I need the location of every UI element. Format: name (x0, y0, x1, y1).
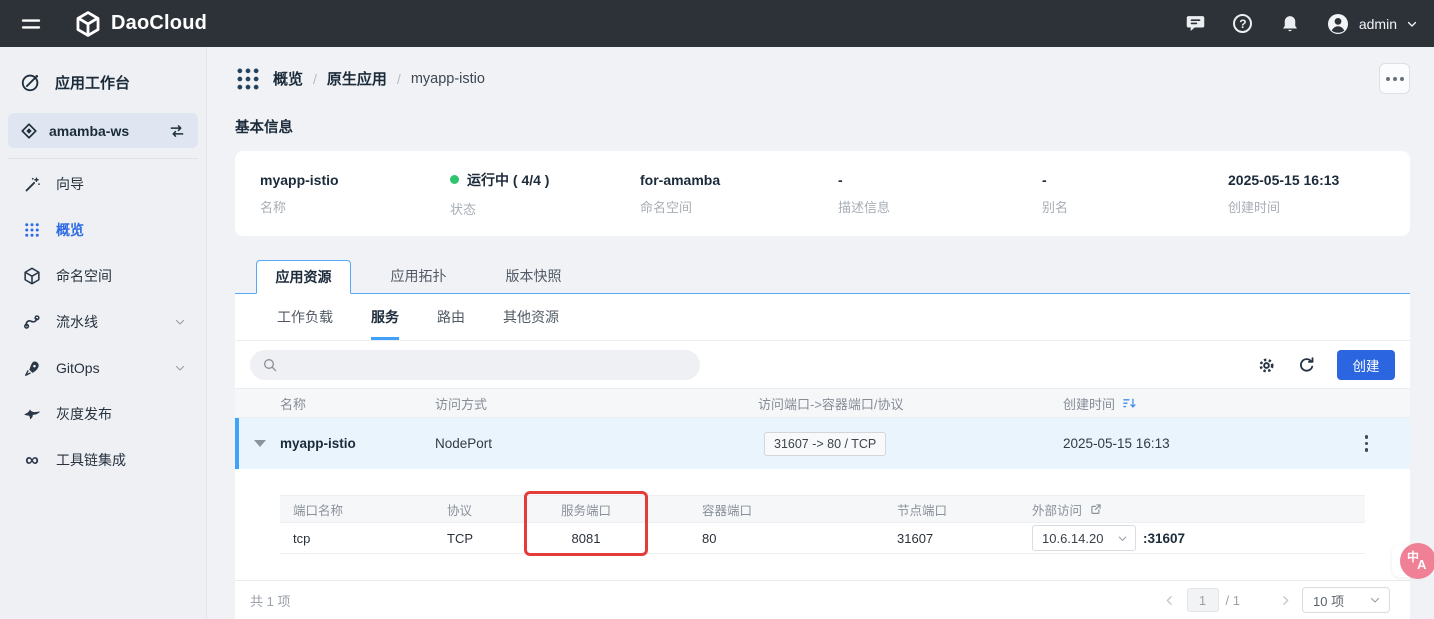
port-name: tcp (280, 531, 434, 546)
create-button[interactable]: 创建 (1337, 350, 1395, 380)
subtab-workloads[interactable]: 工作负载 (277, 294, 333, 340)
service-table-header: 名称 访问方式 访问端口->容器端口/协议 创建时间 (235, 388, 1410, 418)
breadcrumb: 概览 / 原生应用 / myapp-istio (235, 63, 1410, 94)
sidebar: 应用工作台 amamba-ws 向导 概览 命名空间 流水线 (0, 47, 207, 619)
sidebar-item-namespace[interactable]: 命名空间 (0, 253, 206, 299)
chevron-down-icon (174, 316, 186, 328)
language-toggle-button[interactable]: 中 A (1400, 543, 1434, 579)
subtab-routes[interactable]: 路由 (437, 294, 465, 340)
search-input[interactable] (286, 358, 688, 373)
help-icon[interactable]: ? (1232, 13, 1254, 35)
tab-app-resources[interactable]: 应用资源 (256, 260, 351, 294)
service-access-type: NodePort (435, 436, 758, 451)
rocket-icon (22, 358, 42, 378)
breadcrumb-item[interactable]: 原生应用 (327, 68, 387, 89)
sub-tab-bar: 工作负载 服务 路由 其他资源 (235, 294, 1410, 341)
pipeline-icon (22, 312, 42, 332)
page-size-select[interactable]: 10 项 (1302, 587, 1390, 613)
service-name: myapp-istio (280, 436, 435, 451)
service-port: 8081 (524, 531, 648, 546)
refresh-icon[interactable] (1295, 354, 1317, 376)
node-port: 31607 (885, 531, 1020, 546)
brand-logo[interactable]: DaoCloud (74, 10, 207, 38)
workspace-selector[interactable]: amamba-ws (8, 113, 198, 148)
basic-info-title: 基本信息 (235, 116, 1410, 137)
tab-version-snapshot[interactable]: 版本快照 (486, 259, 581, 293)
namespace-value: for-amamba (640, 172, 838, 188)
page-total: / 1 (1226, 593, 1240, 608)
sidebar-title: 应用工作台 (0, 47, 206, 111)
sidebar-item-overview[interactable]: 概览 (0, 207, 206, 253)
search-icon (262, 357, 278, 373)
app-name: myapp-istio (260, 172, 450, 188)
port-table: 端口名称 协议 服务端口 容器端口 节点端口 外部访问 tcp TCP 8081… (280, 495, 1365, 554)
daocloud-logo-icon (74, 10, 102, 38)
magic-wand-icon (22, 174, 42, 194)
service-row-expansion: 端口名称 协议 服务端口 容器端口 节点端口 外部访问 tcp TCP 8081… (235, 469, 1410, 554)
prev-page-button[interactable] (1160, 590, 1180, 610)
settings-gear-icon[interactable] (1255, 354, 1277, 376)
grid-dots-icon (22, 220, 42, 240)
subtab-services[interactable]: 服务 (371, 294, 399, 340)
sort-descending-icon[interactable] (1122, 396, 1137, 411)
collapse-row-icon[interactable] (254, 440, 266, 447)
container-port: 80 (648, 531, 885, 546)
user-menu[interactable]: admin (1326, 12, 1418, 36)
chevron-down-icon (1369, 594, 1381, 606)
app-grid-icon[interactable] (235, 66, 261, 92)
avatar-icon (1326, 12, 1350, 36)
workbench-icon (20, 71, 42, 93)
hamburger-icon (20, 13, 42, 35)
username: admin (1359, 16, 1397, 32)
port-mapping-badge: 31607 -> 80 / TCP (764, 432, 886, 456)
more-actions-button[interactable] (1379, 63, 1410, 94)
external-port-suffix: :31607 (1143, 531, 1185, 546)
status-dot (450, 175, 459, 184)
cube-icon (22, 266, 42, 286)
infinity-icon: ∞ (22, 450, 42, 470)
language-toggle: 中 A (1390, 543, 1434, 579)
description-value: - (838, 172, 1042, 188)
topbar: DaoCloud ? admin (0, 0, 1434, 47)
basic-info-card: myapp-istio名称 运行中 ( 4/4 ) 状态 for-amamba命… (235, 151, 1410, 236)
workspace-name: amamba-ws (49, 123, 129, 139)
row-actions-kebab[interactable] (1361, 431, 1373, 456)
sidebar-item-gitops[interactable]: GitOps (0, 345, 206, 391)
service-table-row[interactable]: myapp-istio NodePort 31607 -> 80 / TCP 2… (235, 418, 1410, 469)
sidebar-item-gray-release[interactable]: 灰度发布 (0, 391, 206, 437)
created-value: 2025-05-15 16:13 (1228, 172, 1410, 188)
sidebar-item-wizard[interactable]: 向导 (0, 161, 206, 207)
sidebar-item-pipeline[interactable]: 流水线 (0, 299, 206, 345)
table-footer: 共 1 项 / 1 10 项 (235, 580, 1410, 619)
workspace-icon (20, 122, 38, 140)
chevron-down-icon (1406, 18, 1418, 30)
next-page-button[interactable] (1275, 590, 1295, 610)
bird-icon (22, 404, 42, 424)
subtab-other-resources[interactable]: 其他资源 (503, 294, 559, 340)
status-value: 运行中 ( 4/4 ) (467, 170, 549, 190)
bell-icon[interactable] (1279, 13, 1301, 35)
sidebar-item-toolchain[interactable]: ∞ 工具链集成 (0, 437, 206, 483)
tab-panel: 工作负载 服务 路由 其他资源 创建 (235, 294, 1410, 619)
port-table-row: tcp TCP 8081 80 31607 10.6.14.20 :31607 (280, 523, 1365, 554)
menu-toggle-button[interactable] (14, 7, 48, 41)
tab-app-topology[interactable]: 应用拓扑 (371, 259, 466, 293)
total-count: 共 1 项 (250, 591, 290, 610)
chevron-down-icon (174, 362, 186, 374)
port-protocol: TCP (434, 531, 524, 546)
external-link-icon[interactable] (1089, 502, 1103, 516)
tab-bar: 应用资源 应用拓扑 版本快照 (235, 259, 1410, 294)
breadcrumb-current: myapp-istio (411, 71, 485, 87)
search-input-box[interactable] (250, 350, 700, 380)
alias-value: - (1042, 172, 1228, 188)
external-ip-select[interactable]: 10.6.14.20 (1032, 525, 1136, 551)
swap-workspace-icon[interactable] (168, 122, 186, 140)
service-created-time: 2025-05-15 16:13 (1063, 436, 1323, 451)
page-number-input[interactable] (1187, 588, 1219, 612)
chevron-down-icon (1117, 533, 1128, 544)
main-content: 概览 / 原生应用 / myapp-istio 基本信息 myapp-istio… (207, 47, 1434, 619)
message-icon[interactable] (1185, 13, 1207, 35)
breadcrumb-item[interactable]: 概览 (273, 68, 303, 89)
brand-name: DaoCloud (111, 12, 207, 35)
